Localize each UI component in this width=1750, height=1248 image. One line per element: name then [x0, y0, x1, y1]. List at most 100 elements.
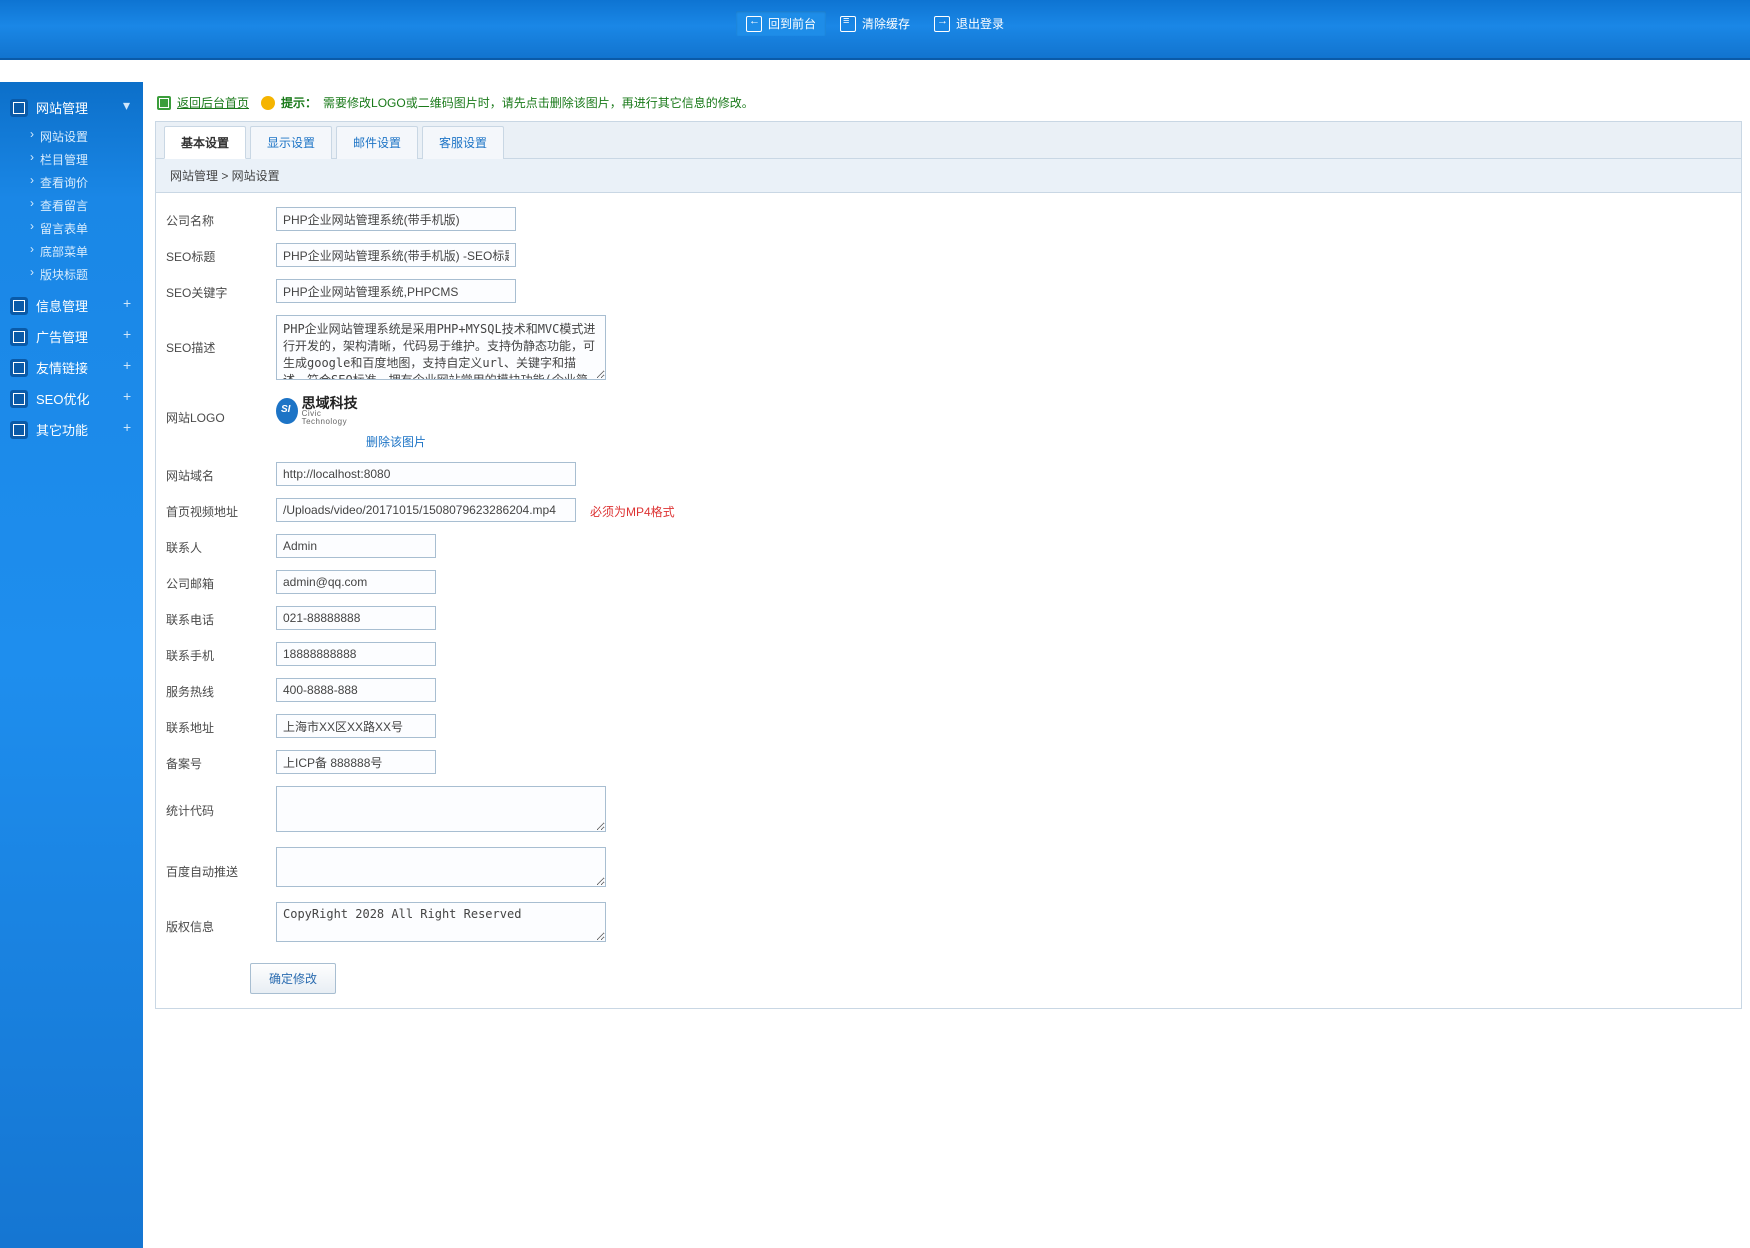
- nav-head-site[interactable]: 网站管理 ▾: [0, 92, 143, 123]
- info-manage-icon: [10, 297, 28, 315]
- label-site-logo: 网站LOGO: [166, 395, 276, 426]
- seo-title-input[interactable]: [276, 243, 516, 267]
- logout-button[interactable]: 退出登录: [924, 11, 1014, 36]
- back-home-link[interactable]: 返回后台首页: [177, 94, 249, 111]
- logo-image: 思域科技 Civic Technology: [276, 395, 358, 427]
- back-to-front-button[interactable]: 回到前台: [736, 11, 826, 36]
- hotline-input[interactable]: [276, 678, 436, 702]
- plus-icon: +: [123, 391, 133, 401]
- nav-head-label: 广告管理: [36, 327, 88, 346]
- nav-head-label: SEO优化: [36, 389, 89, 408]
- company-name-input[interactable]: [276, 207, 516, 231]
- clear-cache-icon: [840, 16, 856, 32]
- label-email: 公司邮箱: [166, 570, 276, 592]
- plus-icon: +: [123, 422, 133, 432]
- label-copyright: 版权信息: [166, 902, 276, 935]
- plus-icon: +: [123, 298, 133, 308]
- logo-box: 思域科技 Civic Technology 删除该图片: [276, 395, 426, 450]
- sidebar-item-columns[interactable]: 栏目管理: [0, 148, 143, 171]
- sidebar-item-messages[interactable]: 查看留言: [0, 194, 143, 217]
- label-address: 联系地址: [166, 714, 276, 736]
- sidebar-item-message-form[interactable]: 留言表单: [0, 217, 143, 240]
- label-company-name: 公司名称: [166, 207, 276, 229]
- top-header: 回到前台 清除缓存 退出登录: [0, 0, 1750, 60]
- top-nav: 回到前台 清除缓存 退出登录: [0, 0, 1750, 34]
- email-input[interactable]: [276, 570, 436, 594]
- tip-text: 需要修改LOGO或二维码图片时，请先点击删除该图片，再进行其它信息的修改。: [323, 94, 754, 111]
- blank-bar: [0, 60, 1750, 82]
- logout-label: 退出登录: [956, 15, 1004, 32]
- baidu-push-textarea[interactable]: [276, 847, 606, 887]
- sidebar: 网站管理 ▾ 网站设置 栏目管理 查看询价 查看留言 留言表单 底部菜单 版块标…: [0, 82, 143, 1248]
- label-hotline: 服务热线: [166, 678, 276, 700]
- other-icon: [10, 421, 28, 439]
- stats-code-textarea[interactable]: [276, 786, 606, 832]
- label-seo-desc: SEO描述: [166, 315, 276, 356]
- logo-mark-icon: [276, 398, 298, 424]
- icp-input[interactable]: [276, 750, 436, 774]
- chevron-down-icon: ▾: [123, 100, 133, 110]
- nav-head-other[interactable]: 其它功能 +: [0, 414, 143, 445]
- mobile-input[interactable]: [276, 642, 436, 666]
- label-seo-keywords: SEO关键字: [166, 279, 276, 301]
- nav-head-label: 网站管理: [36, 98, 88, 117]
- contact-input[interactable]: [276, 534, 436, 558]
- monitor-icon: [157, 96, 171, 110]
- tab-basic[interactable]: 基本设置: [164, 126, 246, 159]
- content: 返回后台首页 提示： 需要修改LOGO或二维码图片时，请先点击删除该图片，再进行…: [143, 82, 1750, 1248]
- label-baidu-push: 百度自动推送: [166, 847, 276, 880]
- label-tel: 联系电话: [166, 606, 276, 628]
- nav-head-label: 信息管理: [36, 296, 88, 315]
- clear-cache-label: 清除缓存: [862, 15, 910, 32]
- sidebar-item-inquiries[interactable]: 查看询价: [0, 171, 143, 194]
- nav-head-links[interactable]: 友情链接 +: [0, 352, 143, 383]
- address-input[interactable]: [276, 714, 436, 738]
- back-icon: [746, 16, 762, 32]
- site-manage-icon: [10, 99, 28, 117]
- delete-logo-link[interactable]: 删除该图片: [366, 433, 426, 450]
- label-icp: 备案号: [166, 750, 276, 772]
- logo-text-cn: 思域科技: [302, 396, 358, 410]
- site-domain-input[interactable]: [276, 462, 576, 486]
- submit-button[interactable]: 确定修改: [250, 963, 336, 994]
- tab-service[interactable]: 客服设置: [422, 126, 504, 159]
- seo-icon: [10, 390, 28, 408]
- seo-desc-textarea[interactable]: PHP企业网站管理系统是采用PHP+MYSQL技术和MVC模式进行开发的，架构清…: [276, 315, 606, 380]
- tip-label: 提示：: [281, 94, 317, 111]
- clear-cache-button[interactable]: 清除缓存: [830, 11, 920, 36]
- home-video-note: 必须为MP4格式: [590, 498, 675, 520]
- logo-text-en: Civic Technology: [302, 410, 358, 426]
- nav-head-seo[interactable]: SEO优化 +: [0, 383, 143, 414]
- tel-input[interactable]: [276, 606, 436, 630]
- copyright-textarea[interactable]: CopyRight 2028 All Right Reserved: [276, 902, 606, 942]
- sidebar-item-block-titles[interactable]: 版块标题: [0, 263, 143, 286]
- logout-icon: [934, 16, 950, 32]
- label-home-video: 首页视频地址: [166, 498, 276, 520]
- home-video-input[interactable]: [276, 498, 576, 522]
- settings-form: 公司名称 SEO标题 SEO关键字 SEO描述 PHP企业网站管理系统是采用PH…: [156, 193, 1741, 1008]
- label-mobile: 联系手机: [166, 642, 276, 664]
- settings-panel: 基本设置 显示设置 邮件设置 客服设置 网站管理 > 网站设置 公司名称 SEO…: [155, 121, 1742, 1009]
- nav-head-label: 友情链接: [36, 358, 88, 377]
- label-site-domain: 网站域名: [166, 462, 276, 484]
- label-contact: 联系人: [166, 534, 276, 556]
- seo-keywords-input[interactable]: [276, 279, 516, 303]
- plus-icon: +: [123, 360, 133, 370]
- notice-bar: 返回后台首页 提示： 需要修改LOGO或二维码图片时，请先点击删除该图片，再进行…: [157, 94, 1742, 111]
- back-to-front-label: 回到前台: [768, 15, 816, 32]
- breadcrumb: 网站管理 > 网站设置: [156, 159, 1741, 193]
- nav-head-label: 其它功能: [36, 420, 88, 439]
- sidebar-item-site-settings[interactable]: 网站设置: [0, 125, 143, 148]
- sidebar-item-footer-menu[interactable]: 底部菜单: [0, 240, 143, 263]
- label-stats-code: 统计代码: [166, 786, 276, 819]
- ads-manage-icon: [10, 328, 28, 346]
- plus-icon: +: [123, 329, 133, 339]
- tab-mail[interactable]: 邮件设置: [336, 126, 418, 159]
- label-seo-title: SEO标题: [166, 243, 276, 265]
- tabs: 基本设置 显示设置 邮件设置 客服设置: [156, 122, 1741, 159]
- links-icon: [10, 359, 28, 377]
- tab-display[interactable]: 显示设置: [250, 126, 332, 159]
- nav-head-ads[interactable]: 广告管理 +: [0, 321, 143, 352]
- nav-head-info[interactable]: 信息管理 +: [0, 290, 143, 321]
- smile-icon: [261, 96, 275, 110]
